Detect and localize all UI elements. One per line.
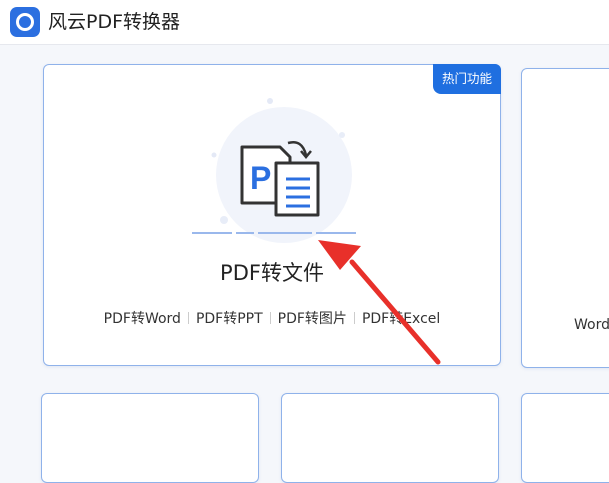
red-arrow-icon — [318, 240, 441, 365]
